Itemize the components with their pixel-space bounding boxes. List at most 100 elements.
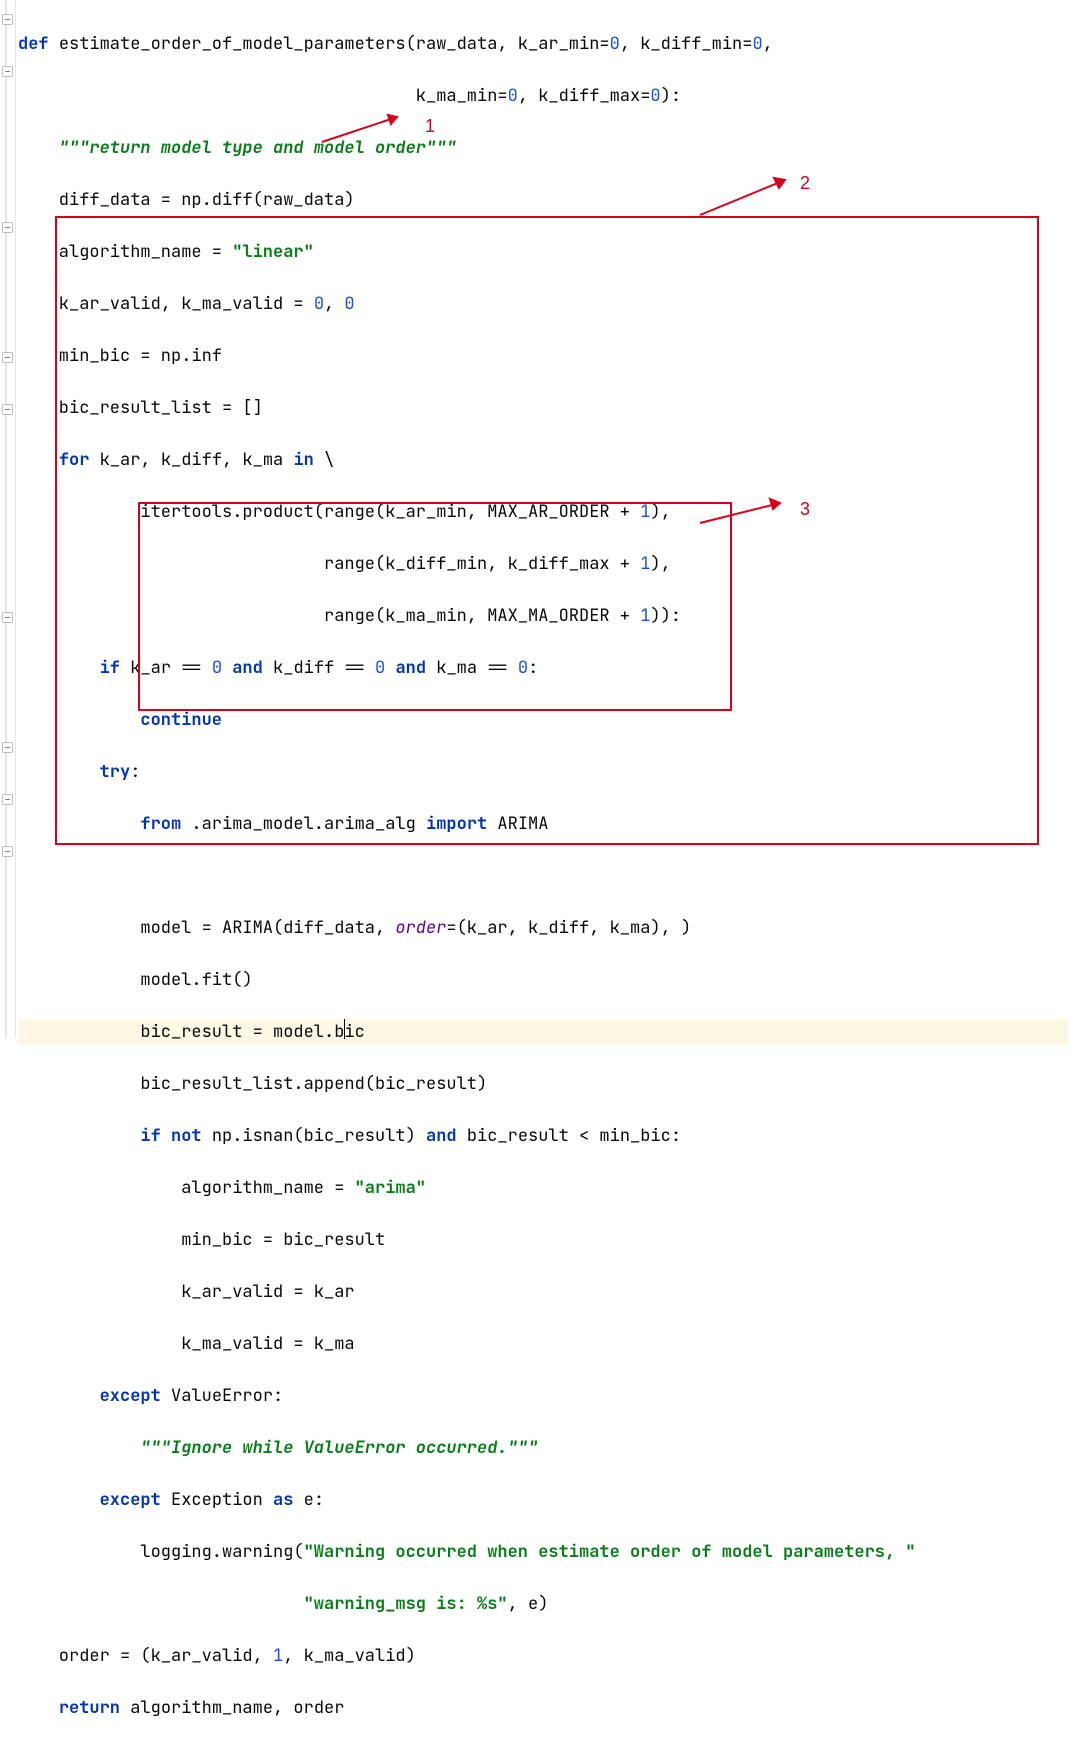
- kw-except: except: [100, 1489, 171, 1511]
- code-text: k_ma ==: [436, 657, 518, 679]
- code-text: =(k_ar, k_diff, k_ma), ): [446, 917, 691, 939]
- code-text: min_bic = np.inf: [18, 345, 222, 367]
- kwarg: order: [395, 917, 446, 939]
- code-text: :: [130, 761, 140, 783]
- num: 1: [273, 1645, 283, 1667]
- code-text: , k_ma_valid): [283, 1645, 416, 1667]
- num: 1: [640, 553, 650, 575]
- kw-return: return: [59, 1697, 130, 1719]
- fold-minus-icon[interactable]: [2, 846, 13, 857]
- code-text: k_ma_valid = k_ma: [18, 1333, 355, 1355]
- string: "linear": [232, 241, 314, 263]
- code-text: .arima_model.arima_alg: [191, 813, 426, 835]
- kw-continue: continue: [140, 709, 222, 731]
- indent: [18, 709, 140, 731]
- code-text: model = ARIMA(diff_data,: [18, 917, 395, 939]
- code-text: , k_diff_max=: [518, 85, 651, 107]
- code-text: k_diff ==: [273, 657, 375, 679]
- kw-and: and: [395, 657, 436, 679]
- code-text: model.fit(): [18, 969, 253, 991]
- code-text: algorithm_name =: [18, 241, 232, 263]
- docstring: """Ignore while ValueError occurred.""": [18, 1437, 538, 1459]
- indent: [18, 657, 100, 679]
- num: 0: [752, 33, 762, 55]
- indent: [18, 1697, 59, 1719]
- code-text: order = (k_ar_valid,: [18, 1645, 273, 1667]
- kw-from: from: [140, 813, 191, 835]
- num: 0: [344, 293, 354, 315]
- code-text: k_ar_valid, k_ma_valid =: [18, 293, 314, 315]
- num: 0: [508, 85, 518, 107]
- code-text: k_ar, k_diff, k_ma: [100, 449, 294, 471]
- code-text: algorithm_name =: [18, 1177, 355, 1199]
- num: 0: [650, 85, 660, 107]
- kw-and: and: [232, 657, 273, 679]
- code-text: range(k_ma_min, MAX_MA_ORDER +: [18, 605, 640, 627]
- fold-minus-icon[interactable]: [2, 352, 13, 363]
- code-text: \: [324, 449, 334, 471]
- code-text: , k_diff_min=: [620, 33, 753, 55]
- editor-gutter: [0, 0, 16, 1038]
- string: "Warning occurred when estimate order of…: [304, 1541, 916, 1563]
- kw-except: except: [100, 1385, 171, 1407]
- string: "arima": [355, 1177, 426, 1199]
- fold-minus-icon[interactable]: [2, 222, 13, 233]
- code-text: ),: [650, 501, 670, 523]
- fold-minus-icon[interactable]: [2, 794, 13, 805]
- indent: [18, 1489, 100, 1511]
- num: 1: [640, 501, 650, 523]
- code-text: np.isnan(bic_result): [212, 1125, 426, 1147]
- num: 0: [518, 657, 528, 679]
- indent: [18, 1125, 140, 1147]
- fold-minus-icon[interactable]: [2, 742, 13, 753]
- annotation-3: 3: [800, 496, 810, 522]
- code-text: e:: [304, 1489, 324, 1511]
- fold-minus-icon[interactable]: [2, 612, 13, 623]
- code-text: )):: [650, 605, 681, 627]
- code-text: k_ar_valid = k_ar: [18, 1281, 355, 1303]
- fold-minus-icon[interactable]: [2, 404, 13, 415]
- kw-as: as: [273, 1489, 304, 1511]
- indent: [18, 761, 100, 783]
- code-text: , e): [508, 1593, 549, 1615]
- indent: [18, 449, 59, 471]
- code-text: min_bic = bic_result: [18, 1229, 385, 1251]
- code-text: Exception: [171, 1489, 273, 1511]
- indent: [18, 1593, 304, 1615]
- num: 0: [375, 657, 395, 679]
- code-text: algorithm_name, order: [130, 1697, 344, 1719]
- num: 0: [610, 33, 620, 55]
- current-line: bic_result = model.bic: [18, 1019, 1068, 1045]
- code-text: :: [528, 657, 538, 679]
- kw-in: in: [293, 449, 324, 471]
- code-text: k_ar ==: [130, 657, 212, 679]
- num: 1: [640, 605, 650, 627]
- annotation-2: 2: [800, 170, 810, 196]
- string: "warning_msg is: %s": [304, 1593, 508, 1615]
- kw-import: import: [426, 813, 497, 835]
- kw-try: try: [100, 761, 131, 783]
- code-text: ):: [661, 85, 681, 107]
- indent: [18, 1385, 100, 1407]
- num: 0: [314, 293, 324, 315]
- code-text: itertools.product(range(k_ar_min, MAX_AR…: [18, 501, 640, 523]
- code-text: range(k_diff_min, k_diff_max +: [18, 553, 640, 575]
- kw-def: def: [18, 33, 59, 55]
- kw-and: and: [426, 1125, 467, 1147]
- num: 0: [212, 657, 232, 679]
- fold-minus-icon[interactable]: [2, 14, 13, 25]
- code-text: ,: [763, 33, 773, 55]
- code-text: bic_result < min_bic:: [467, 1125, 681, 1147]
- kw-if-not: if not: [140, 1125, 211, 1147]
- code-text: k_ma_min=: [18, 85, 508, 107]
- fold-minus-icon[interactable]: [2, 66, 13, 77]
- code-text: ARIMA: [497, 813, 548, 835]
- code-text: bic_result = model.b: [18, 1021, 344, 1043]
- code-text: estimate_order_of_model_parameters(raw_d…: [59, 33, 610, 55]
- code-text: ,: [324, 293, 344, 315]
- code-text: bic_result_list.append(bic_result): [18, 1073, 487, 1095]
- code-editor[interactable]: def estimate_order_of_model_parameters(r…: [18, 5, 1068, 1747]
- indent: [18, 813, 140, 835]
- code-text: bic_result_list = []: [18, 397, 263, 419]
- code-text: ValueError:: [171, 1385, 283, 1407]
